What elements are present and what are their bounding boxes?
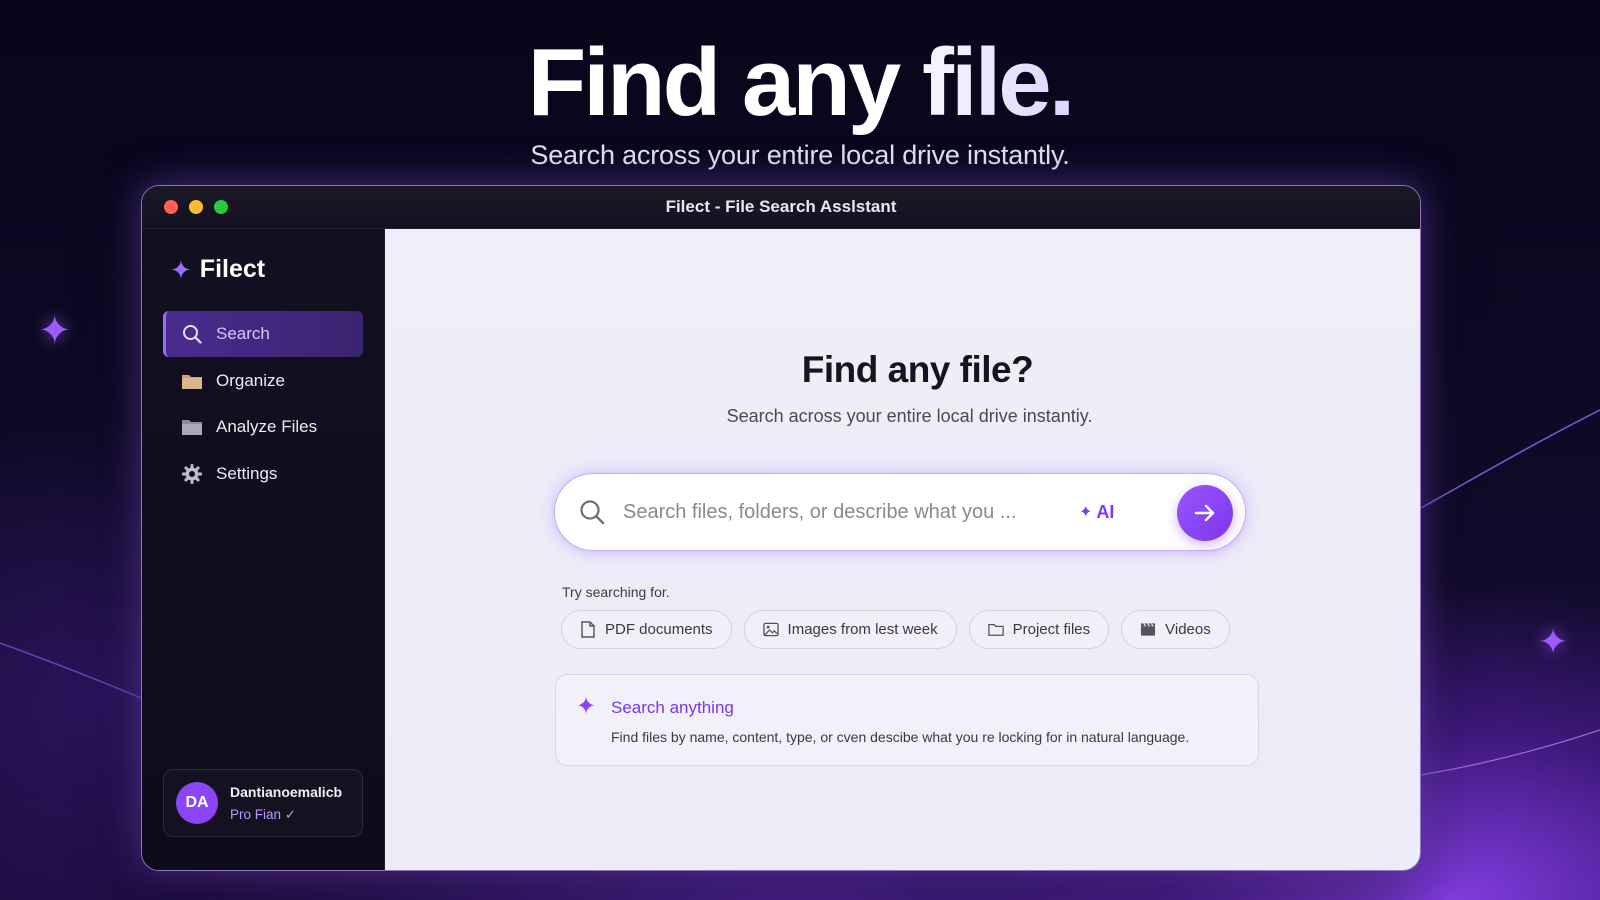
sidebar: ✦ Filect Search Organize Analyze Files S…: [142, 229, 385, 870]
sidebar-item-analyze-files[interactable]: Analyze Files: [163, 404, 363, 450]
brand: ✦ Filect: [170, 255, 265, 284]
sidebar-item-label: Settings: [216, 463, 278, 483]
search-submit-button[interactable]: [1177, 485, 1233, 541]
sparkle-icon: ✦: [1079, 504, 1093, 521]
search-input[interactable]: [623, 500, 1063, 524]
chip-label: PDF documents: [605, 621, 713, 638]
sidebar-item-organize[interactable]: Organize: [163, 358, 363, 404]
user-card[interactable]: DA Dantianoemalicb Pro Fian ✓: [163, 769, 363, 837]
suggestion-chips: PDF documents Images from lest week Proj…: [561, 610, 1230, 649]
chip-label: Images from lest week: [787, 621, 938, 638]
sidebar-item-label: Search: [216, 324, 270, 343]
video-icon: [1140, 622, 1156, 638]
hero-title: Find any file.: [0, 28, 1600, 138]
suggestion-chip-images[interactable]: Images from lest week: [743, 610, 957, 649]
hero-subtitle: Search across your entire local drive in…: [530, 140, 1070, 170]
avatar: DA: [176, 782, 218, 824]
close-window-button[interactable]: [164, 200, 178, 214]
sparkle-icon: ✦: [576, 693, 597, 720]
arrow-right-icon: [1194, 504, 1215, 522]
info-text: Find files by name, content, type, or cv…: [611, 729, 1190, 745]
minimize-window-button[interactable]: [189, 200, 203, 214]
suggestion-chip-project[interactable]: Project files: [968, 610, 1110, 649]
main-panel: Find any file? Search across your entire…: [385, 229, 1420, 870]
maximize-window-button[interactable]: [214, 200, 228, 214]
sidebar-item-settings[interactable]: Settings: [163, 451, 363, 497]
info-title: Search anything: [611, 698, 734, 717]
search-bar: ✦ AI: [554, 473, 1246, 551]
gear-icon: [181, 463, 203, 485]
app-window: Filect - File Search Asslstant ✦ Filect …: [141, 185, 1421, 871]
folder-icon: [181, 370, 203, 392]
user-info: Dantianoemalicb Pro Fian ✓: [230, 784, 342, 823]
sidebar-nav: Search Organize Analyze Files Settings: [163, 311, 363, 497]
sidebar-item-search[interactable]: Search: [163, 311, 363, 357]
page-title: Find any file?: [801, 349, 1034, 390]
title-bar: Filect - File Search Asslstant: [142, 186, 1420, 229]
image-icon: [762, 622, 779, 638]
user-name: Dantianoemalicb: [230, 783, 343, 800]
brand-name: Filect: [199, 255, 266, 283]
folder-icon: [987, 622, 1004, 638]
page-subtitle: Search across your entire local drive in…: [726, 406, 1093, 426]
document-icon: [580, 621, 596, 638]
suggestions-label: Try searching for.: [562, 584, 670, 600]
search-icon: [181, 323, 203, 345]
window-title: Filect - File Search Asslstant: [665, 197, 897, 216]
ai-label: AI: [1096, 501, 1115, 522]
folder-icon: [181, 416, 203, 438]
search-icon: [579, 499, 605, 525]
suggestion-chip-pdf[interactable]: PDF documents: [561, 610, 732, 649]
chip-label: Project files: [1012, 621, 1091, 638]
ai-toggle[interactable]: ✦ AI: [1079, 502, 1114, 523]
chip-label: Videos: [1165, 621, 1211, 638]
user-plan: Pro Fian ✓: [230, 806, 297, 822]
sparkle-icon: ✦: [170, 254, 192, 285]
sidebar-item-label: Organize: [216, 370, 285, 390]
window-controls: [164, 200, 228, 214]
sparkle-icon: ✦: [38, 309, 72, 353]
sidebar-item-label: Analyze Files: [216, 417, 318, 436]
suggestion-chip-videos[interactable]: Videos: [1121, 610, 1230, 649]
hero: Find any file. Search across your entire…: [0, 28, 1600, 171]
sparkle-icon: ✦: [1538, 621, 1569, 662]
info-card: ✦ Search anything Find files by name, co…: [555, 674, 1259, 766]
